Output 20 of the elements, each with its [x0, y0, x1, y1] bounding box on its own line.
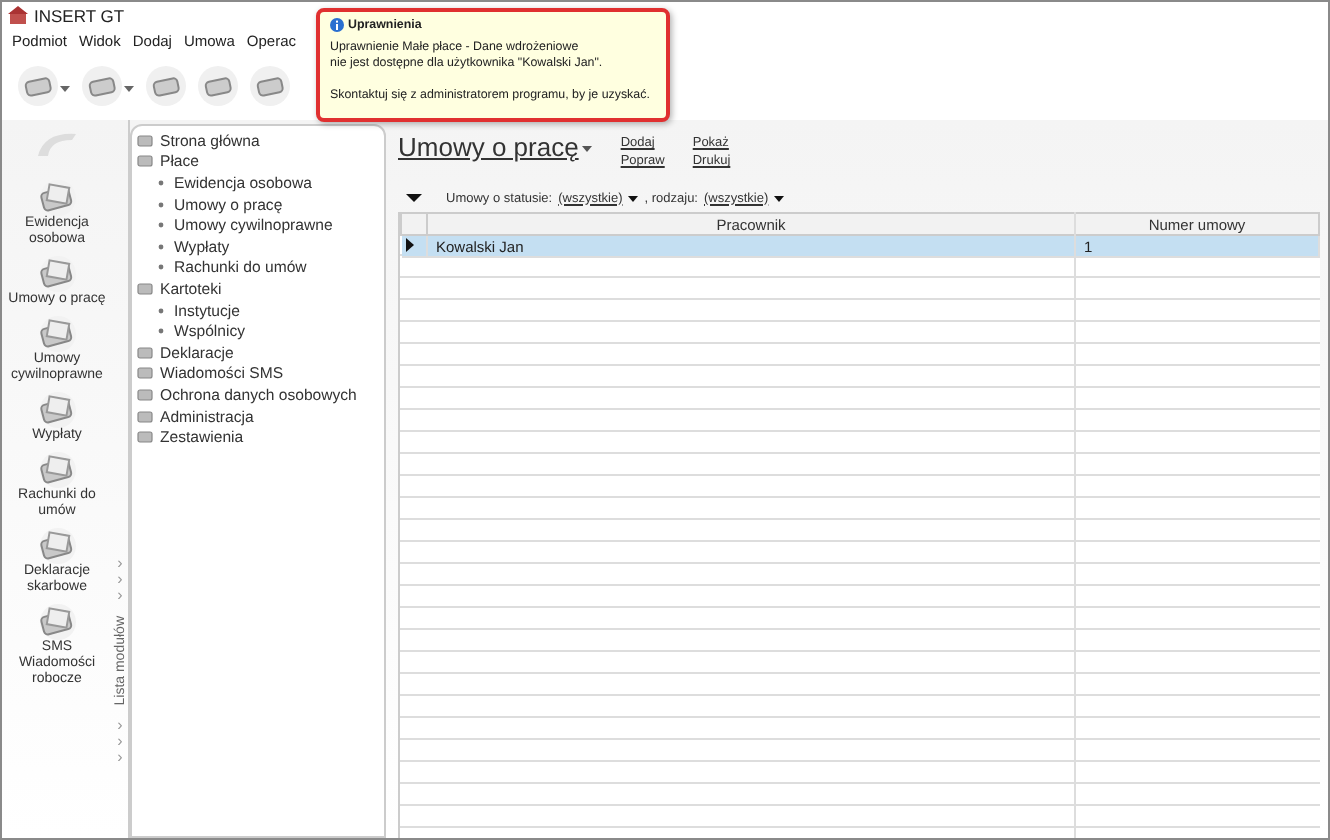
- caret-icon: [582, 144, 593, 150]
- bullet-icon: [158, 243, 164, 250]
- caret-icon: [774, 195, 785, 201]
- toolbar-button[interactable]: [82, 66, 134, 106]
- caret-icon: [124, 83, 134, 89]
- bullet-icon: [158, 222, 164, 229]
- collapse-icon: [406, 194, 422, 202]
- toolbar-button[interactable]: [18, 66, 70, 106]
- row-pointer-icon: [405, 237, 413, 251]
- bullet-icon: [158, 264, 164, 271]
- app-icon: [8, 5, 28, 25]
- info-icon: [330, 18, 344, 32]
- caret-icon: [628, 195, 639, 201]
- caret-icon: [60, 83, 70, 89]
- bullet-icon: [158, 307, 164, 314]
- bullet-icon: [158, 201, 164, 208]
- view-title-dropdown[interactable]: Umowy o pracę: [398, 132, 593, 162]
- window-title: INSERT GT: [34, 5, 125, 25]
- bullet-icon: [158, 179, 164, 186]
- bullet-icon: [158, 328, 164, 335]
